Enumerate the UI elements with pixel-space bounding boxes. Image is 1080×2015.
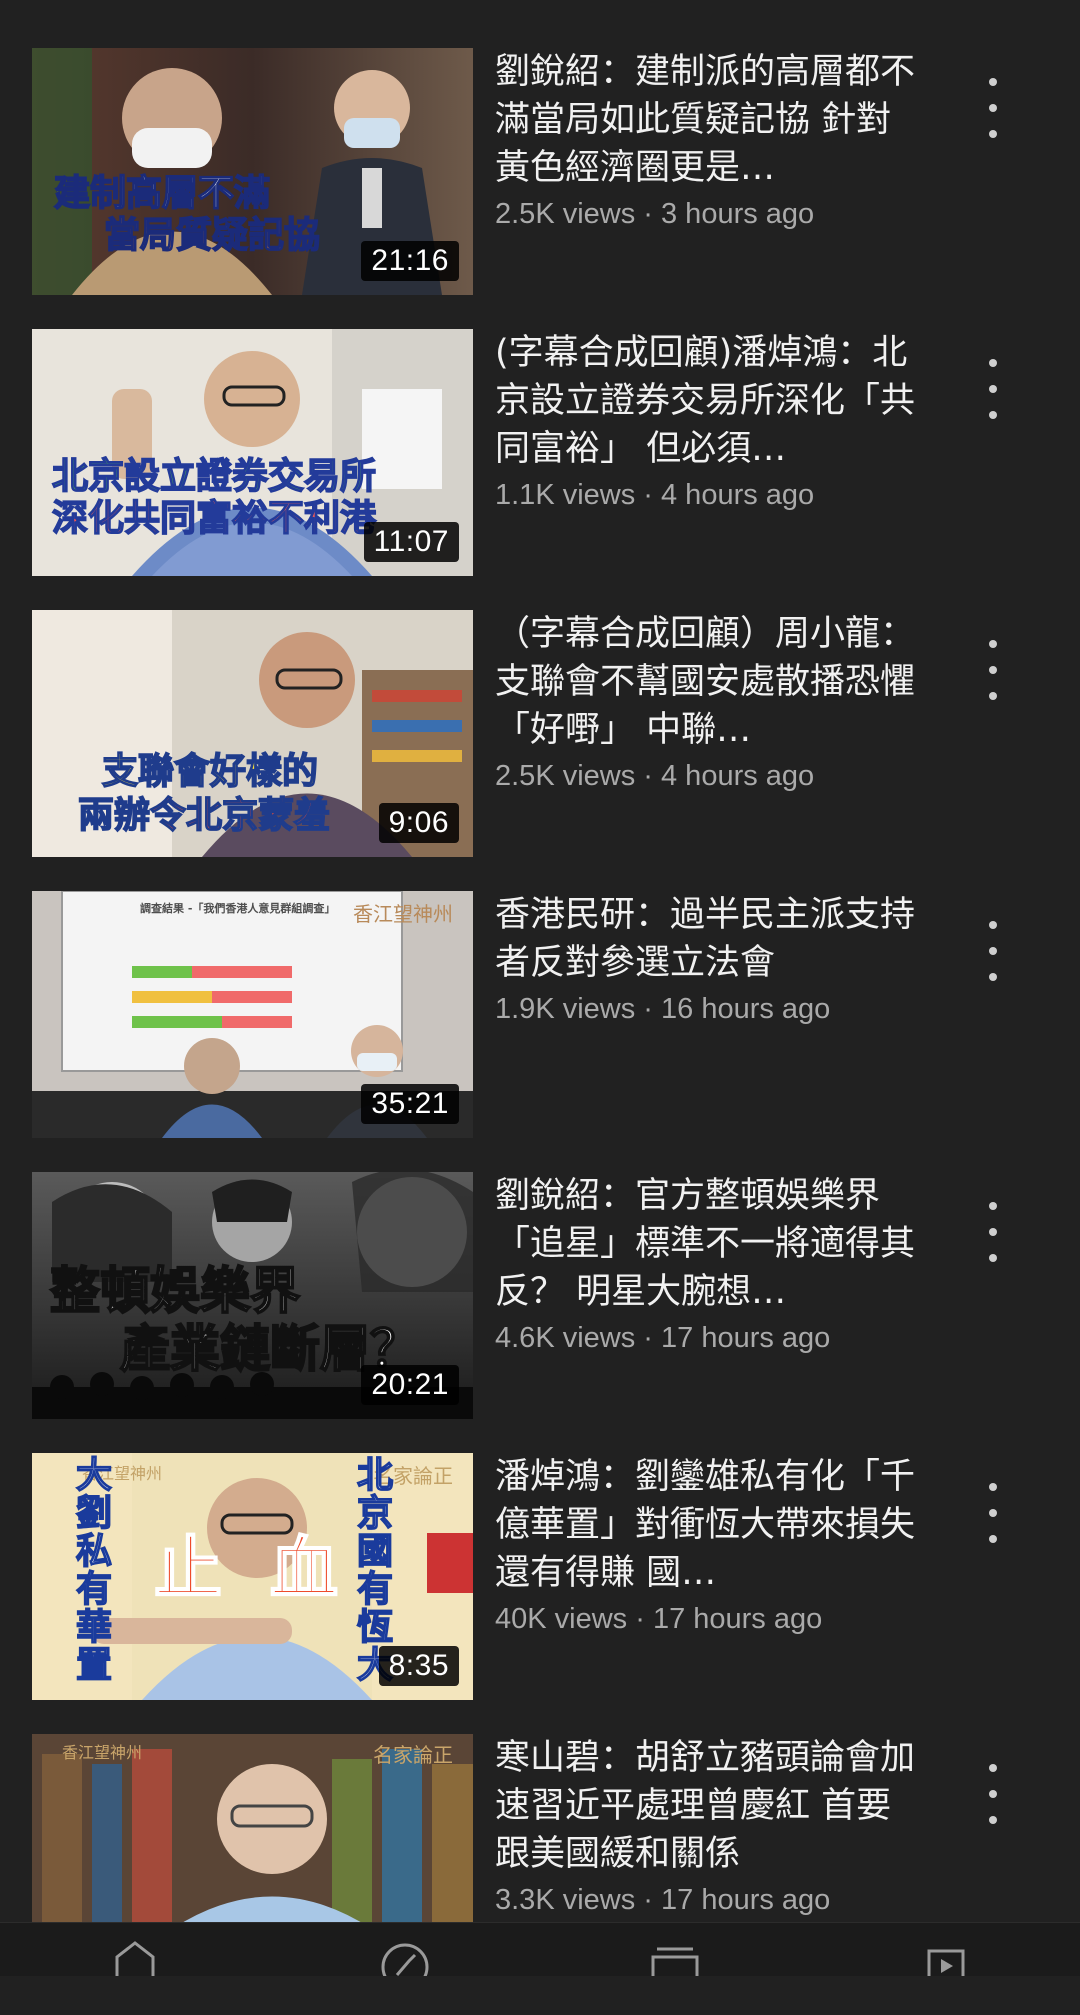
video-item[interactable]: 香江望神州 名家論正 止血 大劉私有華置 北京國有恆大 8:35 潘焯鴻：劉鑾雄… bbox=[0, 1453, 1080, 1734]
video-thumbnail[interactable]: 建制高層不滿 當局質疑記協 21:16 bbox=[32, 48, 473, 295]
more-vert-icon[interactable] bbox=[975, 1202, 1011, 1262]
video-info[interactable]: 潘焯鴻：劉鑾雄私有化「千億華置」對衝恆大帶來損失 還有得賺 國… 40K vie… bbox=[495, 1453, 920, 1639]
video-meta: 40K views · 17 hours ago bbox=[495, 1603, 823, 1635]
video-meta: 1.9K views · 16 hours ago bbox=[495, 993, 831, 1025]
video-item[interactable]: 調查結果 -「我們香港人意見群組調查」 香江望神州 35:21 香港民研：過半民… bbox=[0, 891, 1080, 1172]
video-meta: 4.6K views · 17 hours ago bbox=[495, 1322, 831, 1354]
thumbnail-caption: 支聯會好樣的 bbox=[101, 751, 319, 792]
thumbnail-caption: 建制高層不滿 bbox=[53, 173, 271, 214]
thumbnail-caption: 止血 bbox=[153, 1530, 387, 1609]
home-icon[interactable] bbox=[105, 1937, 165, 1976]
thumbnail-caption: 整頓娛樂界 bbox=[49, 1262, 301, 1320]
channel-watermark: 名家論正 bbox=[373, 1743, 453, 1767]
video-title[interactable]: 香港民研：過半民主派支持者反對參選立法會 bbox=[495, 891, 920, 987]
more-vert-icon[interactable] bbox=[975, 78, 1011, 138]
video-item[interactable]: 建制高層不滿 當局質疑記協 21:16 劉銳紹：建制派的高層都不滿當局如此質疑記… bbox=[0, 48, 1080, 329]
channel-watermark: 香江望神州 bbox=[353, 902, 453, 926]
thumbnail-caption: 北京設立證券交易所 bbox=[51, 456, 377, 497]
subscriptions-icon[interactable] bbox=[645, 1937, 705, 1981]
video-thumbnail[interactable]: 香江望神州 名家論正 止血 大劉私有華置 北京國有恆大 8:35 bbox=[32, 1453, 473, 1700]
video-thumbnail[interactable]: 整頓娛樂界 產業鏈斷層？ 20:21 bbox=[32, 1172, 473, 1419]
video-title[interactable]: （字幕合成回顧）周小龍：支聯會不幫國安處散播恐懼「好嘢」 中聯… bbox=[495, 610, 920, 754]
video-info[interactable]: 劉銳紹：建制派的高層都不滿當局如此質疑記協 針對黃色經濟圈更是… 2.5K vi… bbox=[495, 48, 920, 234]
video-duration: 20:21 bbox=[361, 1364, 459, 1405]
more-vert-icon[interactable] bbox=[975, 1483, 1011, 1543]
video-duration: 21:16 bbox=[361, 240, 459, 281]
library-icon[interactable] bbox=[915, 1937, 975, 1983]
more-vert-icon[interactable] bbox=[975, 359, 1011, 419]
video-item[interactable]: 整頓娛樂界 產業鏈斷層？ 20:21 劉銳紹：官方整頓娛樂界「追星」標準不一將適… bbox=[0, 1172, 1080, 1453]
video-duration: 8:35 bbox=[378, 1645, 459, 1686]
video-thumbnail[interactable]: 香江望神州 名家論正 bbox=[32, 1734, 473, 1929]
explore-icon[interactable] bbox=[375, 1937, 435, 1991]
thumbnail-caption: 深化共同富裕不利港 bbox=[51, 498, 377, 539]
video-info[interactable]: 香港民研：過半民主派支持者反對參選立法會 1.9K views · 16 hou… bbox=[495, 891, 920, 1029]
video-thumbnail[interactable]: 支聯會好樣的 兩辦令北京蒙羞 9:06 bbox=[32, 610, 473, 857]
more-vert-icon[interactable] bbox=[975, 1764, 1011, 1824]
thumbnail-caption: 調查結果 -「我們香港人意見群組調查」 bbox=[140, 902, 336, 915]
video-duration: 35:21 bbox=[361, 1083, 459, 1124]
video-duration: 11:07 bbox=[363, 521, 459, 562]
video-info[interactable]: (字幕合成回顧)潘焯鴻：北京設立證券交易所深化「共同富裕」 但必須… 1.1K … bbox=[495, 329, 920, 515]
more-vert-icon[interactable] bbox=[975, 921, 1011, 981]
video-info[interactable]: 劉銳紹：官方整頓娛樂界「追星」標準不一將適得其反？ 明星大腕想… 4.6K vi… bbox=[495, 1172, 920, 1358]
video-thumbnail[interactable]: 調查結果 -「我們香港人意見群組調查」 香江望神州 35:21 bbox=[32, 891, 473, 1138]
video-title[interactable]: (字幕合成回顧)潘焯鴻：北京設立證券交易所深化「共同富裕」 但必須… bbox=[495, 329, 920, 473]
video-duration: 9:06 bbox=[378, 802, 459, 843]
video-meta: 2.5K views · 3 hours ago bbox=[495, 198, 815, 230]
video-item[interactable]: 支聯會好樣的 兩辦令北京蒙羞 9:06 （字幕合成回顧）周小龍：支聯會不幫國安處… bbox=[0, 610, 1080, 891]
video-thumbnail[interactable]: 北京設立證券交易所 深化共同富裕不利港 11:07 bbox=[32, 329, 473, 576]
video-title[interactable]: 劉銳紹：建制派的高層都不滿當局如此質疑記協 針對黃色經濟圈更是… bbox=[495, 48, 920, 192]
more-vert-icon[interactable] bbox=[975, 640, 1011, 700]
video-info[interactable]: 寒山碧：胡舒立豬頭論會加速習近平處理曾慶紅 首要跟美國緩和關係 3.3K vie… bbox=[495, 1734, 920, 1920]
video-meta: 1.1K views · 4 hours ago bbox=[495, 479, 815, 511]
video-title[interactable]: 寒山碧：胡舒立豬頭論會加速習近平處理曾慶紅 首要跟美國緩和關係 bbox=[495, 1734, 920, 1878]
thumbnail-caption: 大劉私有華置 bbox=[75, 1455, 113, 1686]
video-item[interactable]: 北京設立證券交易所 深化共同富裕不利港 11:07 (字幕合成回顧)潘焯鴻：北京… bbox=[0, 329, 1080, 610]
thumbnail-caption: 當局質疑記協 bbox=[103, 215, 321, 256]
video-title[interactable]: 劉銳紹：官方整頓娛樂界「追星」標準不一將適得其反？ 明星大腕想… bbox=[495, 1172, 920, 1316]
video-list: 建制高層不滿 當局質疑記協 21:16 劉銳紹：建制派的高層都不滿當局如此質疑記… bbox=[0, 48, 1080, 2015]
thumbnail-caption: 兩辦令北京蒙羞 bbox=[77, 795, 331, 836]
video-meta: 2.5K views · 4 hours ago bbox=[495, 760, 815, 792]
video-title[interactable]: 潘焯鴻：劉鑾雄私有化「千億華置」對衝恆大帶來損失 還有得賺 國… bbox=[495, 1453, 920, 1597]
channel-watermark: 香江望神州 bbox=[62, 1743, 143, 1762]
video-info[interactable]: （字幕合成回顧）周小龍：支聯會不幫國安處散播恐懼「好嘢」 中聯… 2.5K vi… bbox=[495, 610, 920, 796]
bottom-navigation bbox=[0, 1922, 1080, 1991]
video-meta: 3.3K views · 17 hours ago bbox=[495, 1884, 831, 1916]
